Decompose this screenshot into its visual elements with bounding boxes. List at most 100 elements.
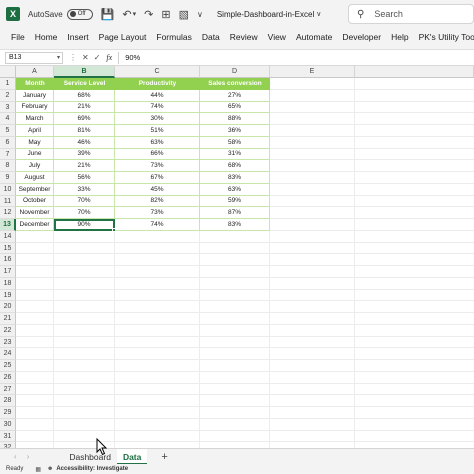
table-cell[interactable]: 82% [115,195,200,208]
menu-page-layout[interactable]: Page Layout [94,32,152,42]
redo-icon[interactable]: ↷ [144,8,153,21]
row-header-28[interactable]: 28 [0,395,16,407]
name-box[interactable]: B13 ▾ [5,51,63,64]
table-cell[interactable]: 69% [54,113,115,125]
chevron-down-icon[interactable]: ∨ [316,10,321,18]
menu-file[interactable]: File [0,32,30,42]
table-header-cell[interactable]: Month [16,78,54,90]
table-cell[interactable]: 21% [54,101,115,114]
table-cell[interactable]: 74% [115,219,200,231]
save-icon[interactable]: 💾 [101,8,115,21]
row-header-22[interactable]: 22 [0,324,16,337]
row-header-4[interactable]: 4 [0,113,16,125]
table-cell[interactable]: 70% [54,207,115,219]
row-header-25[interactable]: 25 [0,360,16,372]
table-cell[interactable]: April [16,125,54,137]
table-cell[interactable]: 68% [54,89,115,102]
row-header-10[interactable]: 10 [0,183,16,196]
macro-icon[interactable]: ▦ [35,466,41,473]
table-cell[interactable]: 70% [54,195,115,208]
table-header-cell[interactable]: Productivity [115,78,200,90]
row-header-19[interactable]: 19 [0,289,16,302]
table-cell[interactable]: 33% [54,183,115,196]
table-header-cell[interactable]: Sales conversion [200,78,270,90]
row-header-8[interactable]: 8 [0,160,16,172]
table-cell[interactable]: 36% [200,125,270,137]
table-cell[interactable]: 81% [54,125,115,137]
row-header-5[interactable]: 5 [0,125,16,137]
menu-pk-utility-tool[interactable]: PK's Utility Tool V [414,32,474,42]
table-cell[interactable]: 66% [115,148,200,161]
table-cell[interactable]: 51% [115,125,200,137]
row-header-17[interactable]: 17 [0,266,16,278]
table-cell[interactable]: 31% [200,148,270,161]
row-header-26[interactable]: 26 [0,371,16,384]
row-header-29[interactable]: 29 [0,407,16,419]
table-cell[interactable]: 68% [200,160,270,172]
row-header-7[interactable]: 7 [0,148,16,161]
row-header-31[interactable]: 31 [0,430,16,443]
menu-data[interactable]: Data [197,32,225,42]
menu-review[interactable]: Review [225,32,263,42]
table-cell[interactable]: 39% [54,148,115,161]
table-cell[interactable]: 44% [115,89,200,102]
row-header-27[interactable]: 27 [0,383,16,396]
row-header-21[interactable]: 21 [0,313,16,325]
menu-automate[interactable]: Automate [291,32,337,42]
table-cell[interactable]: 90% [54,219,115,231]
table-cell[interactable]: 21% [54,160,115,172]
chevron-down-icon[interactable]: ▾ [57,53,62,63]
table-cell[interactable]: 58% [200,136,270,149]
column-header-b[interactable]: B [54,66,115,78]
table-cell[interactable]: 83% [200,219,270,231]
table-cell[interactable]: 63% [115,136,200,149]
grid-icon[interactable]: ⊞ [161,8,170,21]
formula-input[interactable]: 90% [125,53,140,62]
sheet-tab-data[interactable]: Data [116,448,148,465]
row-header-2[interactable]: 2 [0,89,16,102]
accessibility-icon[interactable]: ☻ [47,466,53,472]
menu-formulas[interactable]: Formulas [151,32,196,42]
column-header-e[interactable]: E [270,66,355,78]
table-cell[interactable]: March [16,113,54,125]
add-sheet-icon[interactable]: + [161,451,167,463]
menu-view[interactable]: View [263,32,291,42]
row-header-24[interactable]: 24 [0,348,16,360]
row-header-1[interactable]: 1 [0,78,16,90]
table-cell[interactable]: 74% [115,101,200,114]
column-header-a[interactable]: A [16,66,54,78]
sheet-tab-dashboard[interactable]: Dashboard [63,449,117,465]
table-cell[interactable]: 67% [115,172,200,184]
prev-sheet-icon[interactable]: ‹ [14,452,17,461]
more-options-icon[interactable]: ⋮ [69,53,77,62]
table-cell[interactable]: June [16,148,54,161]
table-cell[interactable]: February [16,101,54,114]
row-header-3[interactable]: 3 [0,101,16,114]
row-header-23[interactable]: 23 [0,336,16,349]
row-header-20[interactable]: 20 [0,301,16,313]
more-icon[interactable]: ∨ [197,10,203,19]
column-header-c[interactable]: C [115,66,200,78]
row-header-12[interactable]: 12 [0,207,16,219]
table-cell[interactable]: 63% [200,183,270,196]
row-header-18[interactable]: 18 [0,277,16,290]
accessibility-status[interactable]: Accessibility: Investigate [56,466,128,472]
table-cell[interactable]: October [16,195,54,208]
table-cell[interactable]: 83% [200,172,270,184]
chevron-down-icon[interactable]: ▾ [133,10,137,18]
table-cell[interactable]: 45% [115,183,200,196]
menu-home[interactable]: Home [30,32,63,42]
table-cell[interactable]: September [16,183,54,196]
menu-help[interactable]: Help [386,32,413,42]
search-box[interactable]: ⚲ Search [348,4,474,24]
document-title[interactable]: Simple-Dashboard-in-Excel [217,10,314,19]
menu-insert[interactable]: Insert [62,32,93,42]
table-cell[interactable]: 87% [200,207,270,219]
autosave-toggle[interactable]: Off [66,8,93,20]
row-header-30[interactable]: 30 [0,418,16,431]
table-cell[interactable]: 65% [200,101,270,114]
table-cell[interactable]: May [16,136,54,149]
table-cell[interactable]: December [16,219,54,231]
undo-icon[interactable]: ↶ [122,8,131,21]
row-header-15[interactable]: 15 [0,242,16,255]
